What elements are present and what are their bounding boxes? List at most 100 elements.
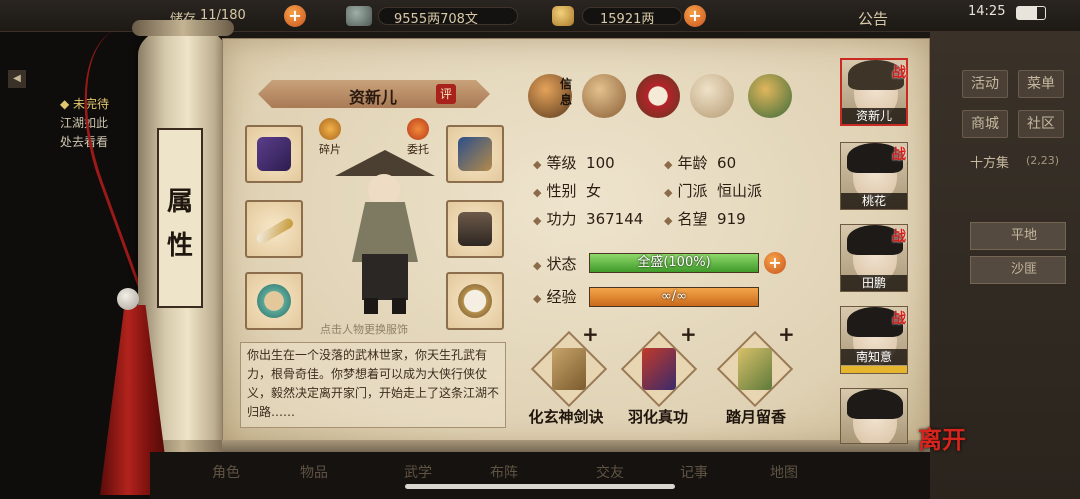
nav-friends[interactable]: 交友 (596, 462, 624, 482)
nav-items[interactable]: 物品 (300, 462, 328, 482)
skill-2-add-button[interactable]: + (680, 322, 697, 346)
skill-3-add-button[interactable]: + (778, 322, 795, 346)
belt-icon (458, 137, 492, 171)
sect-label: 门派 (677, 182, 708, 200)
mirror-icon (458, 284, 492, 318)
level-value: 100 (586, 154, 615, 172)
status-label-text: 状态 (546, 255, 577, 273)
equip-slot-ring[interactable] (245, 272, 303, 330)
exp-label: ◆ 经验 (533, 288, 577, 306)
equip-slot-armor[interactable] (446, 200, 504, 258)
bottom-nav (150, 452, 930, 499)
robe (362, 254, 408, 300)
tassel-bead (117, 288, 139, 310)
map-button-flatland[interactable]: 平地 (970, 222, 1066, 250)
collapse-arrow-icon[interactable]: ◀ (8, 70, 26, 88)
character-bio: 你出生在一个没落的武林世家，你天生孔武有力，根骨奇佳。你梦想着可以成为大侠行侠仗… (240, 342, 506, 428)
battle-tag-1: 战 (892, 65, 906, 81)
age-value: 60 (717, 154, 737, 172)
tab-meridian[interactable] (690, 74, 734, 118)
stat-fame: ◆ 名望 919 (664, 210, 746, 228)
skill-1-name: 化玄神剑诀 (528, 408, 604, 426)
fame-label: 名望 (677, 210, 708, 228)
clock: 14:25 (968, 4, 1006, 19)
inner-manual-icon (642, 348, 676, 390)
equip-slot-hat[interactable] (245, 125, 303, 183)
character-figure[interactable] (330, 150, 440, 320)
battle-tag-2: 战 (892, 147, 906, 163)
map-button-bandit[interactable]: 沙匪 (970, 256, 1066, 284)
movement-scroll-icon (738, 348, 772, 390)
nav-formation[interactable]: 布阵 (490, 462, 518, 482)
stat-age: ◆ 年龄 60 (664, 154, 737, 172)
character-name: 资新儿 (348, 88, 397, 107)
tab-info-label: 信息 (560, 77, 573, 107)
roster-4-progress (841, 366, 907, 373)
battle-tag-4: 战 (892, 311, 906, 327)
shop-button[interactable]: 商城 (962, 110, 1008, 138)
home-indicator[interactable] (405, 484, 675, 489)
roster-card-5[interactable] (840, 388, 908, 444)
status-label: ◆ 状态 (533, 255, 577, 273)
armor-icon (458, 212, 492, 246)
status-bar-text: 全盛(100%) (637, 255, 711, 270)
power-value: 367144 (586, 210, 644, 228)
fragments-arrow-icon (319, 118, 341, 140)
roster-name-1: 资新儿 (842, 108, 906, 124)
nav-role[interactable]: 角色 (212, 462, 240, 482)
status-bar: 全盛(100%) (589, 253, 759, 273)
battle-tag-3: 战 (892, 229, 906, 245)
age-label: 年龄 (677, 154, 708, 172)
coin-value: 9555两708文 (394, 12, 478, 27)
level-label: 等级 (546, 154, 577, 172)
stat-gender: ◆ 性别 女 (533, 182, 602, 200)
left-boot (364, 298, 378, 314)
exp-label-text: 经验 (546, 288, 577, 306)
character-face (368, 174, 400, 206)
leave-button[interactable]: 离开 (918, 420, 966, 455)
tab-map[interactable] (582, 74, 626, 118)
entrust-cycle-icon (407, 118, 429, 140)
fame-value: 919 (717, 210, 746, 228)
roster-name-4: 南知意 (841, 349, 907, 365)
gender-label: 性别 (546, 182, 577, 200)
hat-icon (257, 137, 291, 171)
straw-hat (335, 150, 435, 176)
scroll-cap-top (132, 20, 234, 36)
location-coord: (2,23) (1026, 154, 1060, 167)
menu-button[interactable]: 菜单 (1018, 70, 1064, 98)
roster-name-3: 田鹏 (841, 275, 907, 291)
skill-3-name: 踏月留香 (725, 408, 786, 426)
stat-level: ◆ 等级 100 (533, 154, 615, 172)
tab-inner-skill[interactable] (748, 74, 792, 118)
bag-add-button[interactable]: + (284, 5, 306, 27)
silver-value: 15921两 (600, 12, 655, 27)
skill-2-name: 羽化真功 (627, 408, 688, 426)
community-button[interactable]: 社区 (1018, 110, 1064, 138)
scroll-label: 属性 (166, 187, 193, 261)
power-label: 功力 (546, 210, 577, 228)
review-button[interactable]: 评 (436, 84, 456, 104)
skill-1-add-button[interactable]: + (582, 322, 599, 346)
silver-ingot-icon (552, 6, 574, 26)
silver-add-button[interactable]: + (684, 5, 706, 27)
right-boot (392, 298, 406, 314)
nav-journal[interactable]: 记事 (680, 462, 708, 482)
exp-bar-text: ∞/∞ (660, 289, 688, 304)
notice-button[interactable]: 公告 (858, 8, 888, 29)
stat-power: ◆ 功力 367144 (533, 210, 644, 228)
activity-button[interactable]: 活动 (962, 70, 1008, 98)
sect-value: 恒山派 (717, 182, 763, 200)
equip-slot-belt[interactable] (446, 125, 504, 183)
copper-coin-icon (346, 6, 372, 26)
sword-icon (255, 216, 295, 246)
jade-ring-icon (257, 284, 291, 318)
restore-status-button[interactable]: + (764, 252, 786, 274)
tab-bagua[interactable] (636, 74, 680, 118)
nav-map[interactable]: 地图 (770, 462, 798, 482)
nav-martial[interactable]: 武学 (404, 462, 432, 482)
sword-manual-icon (552, 348, 586, 390)
equip-slot-accessory[interactable] (446, 272, 504, 330)
roster-name-2: 桃花 (841, 193, 907, 209)
equip-slot-weapon[interactable] (245, 200, 303, 258)
